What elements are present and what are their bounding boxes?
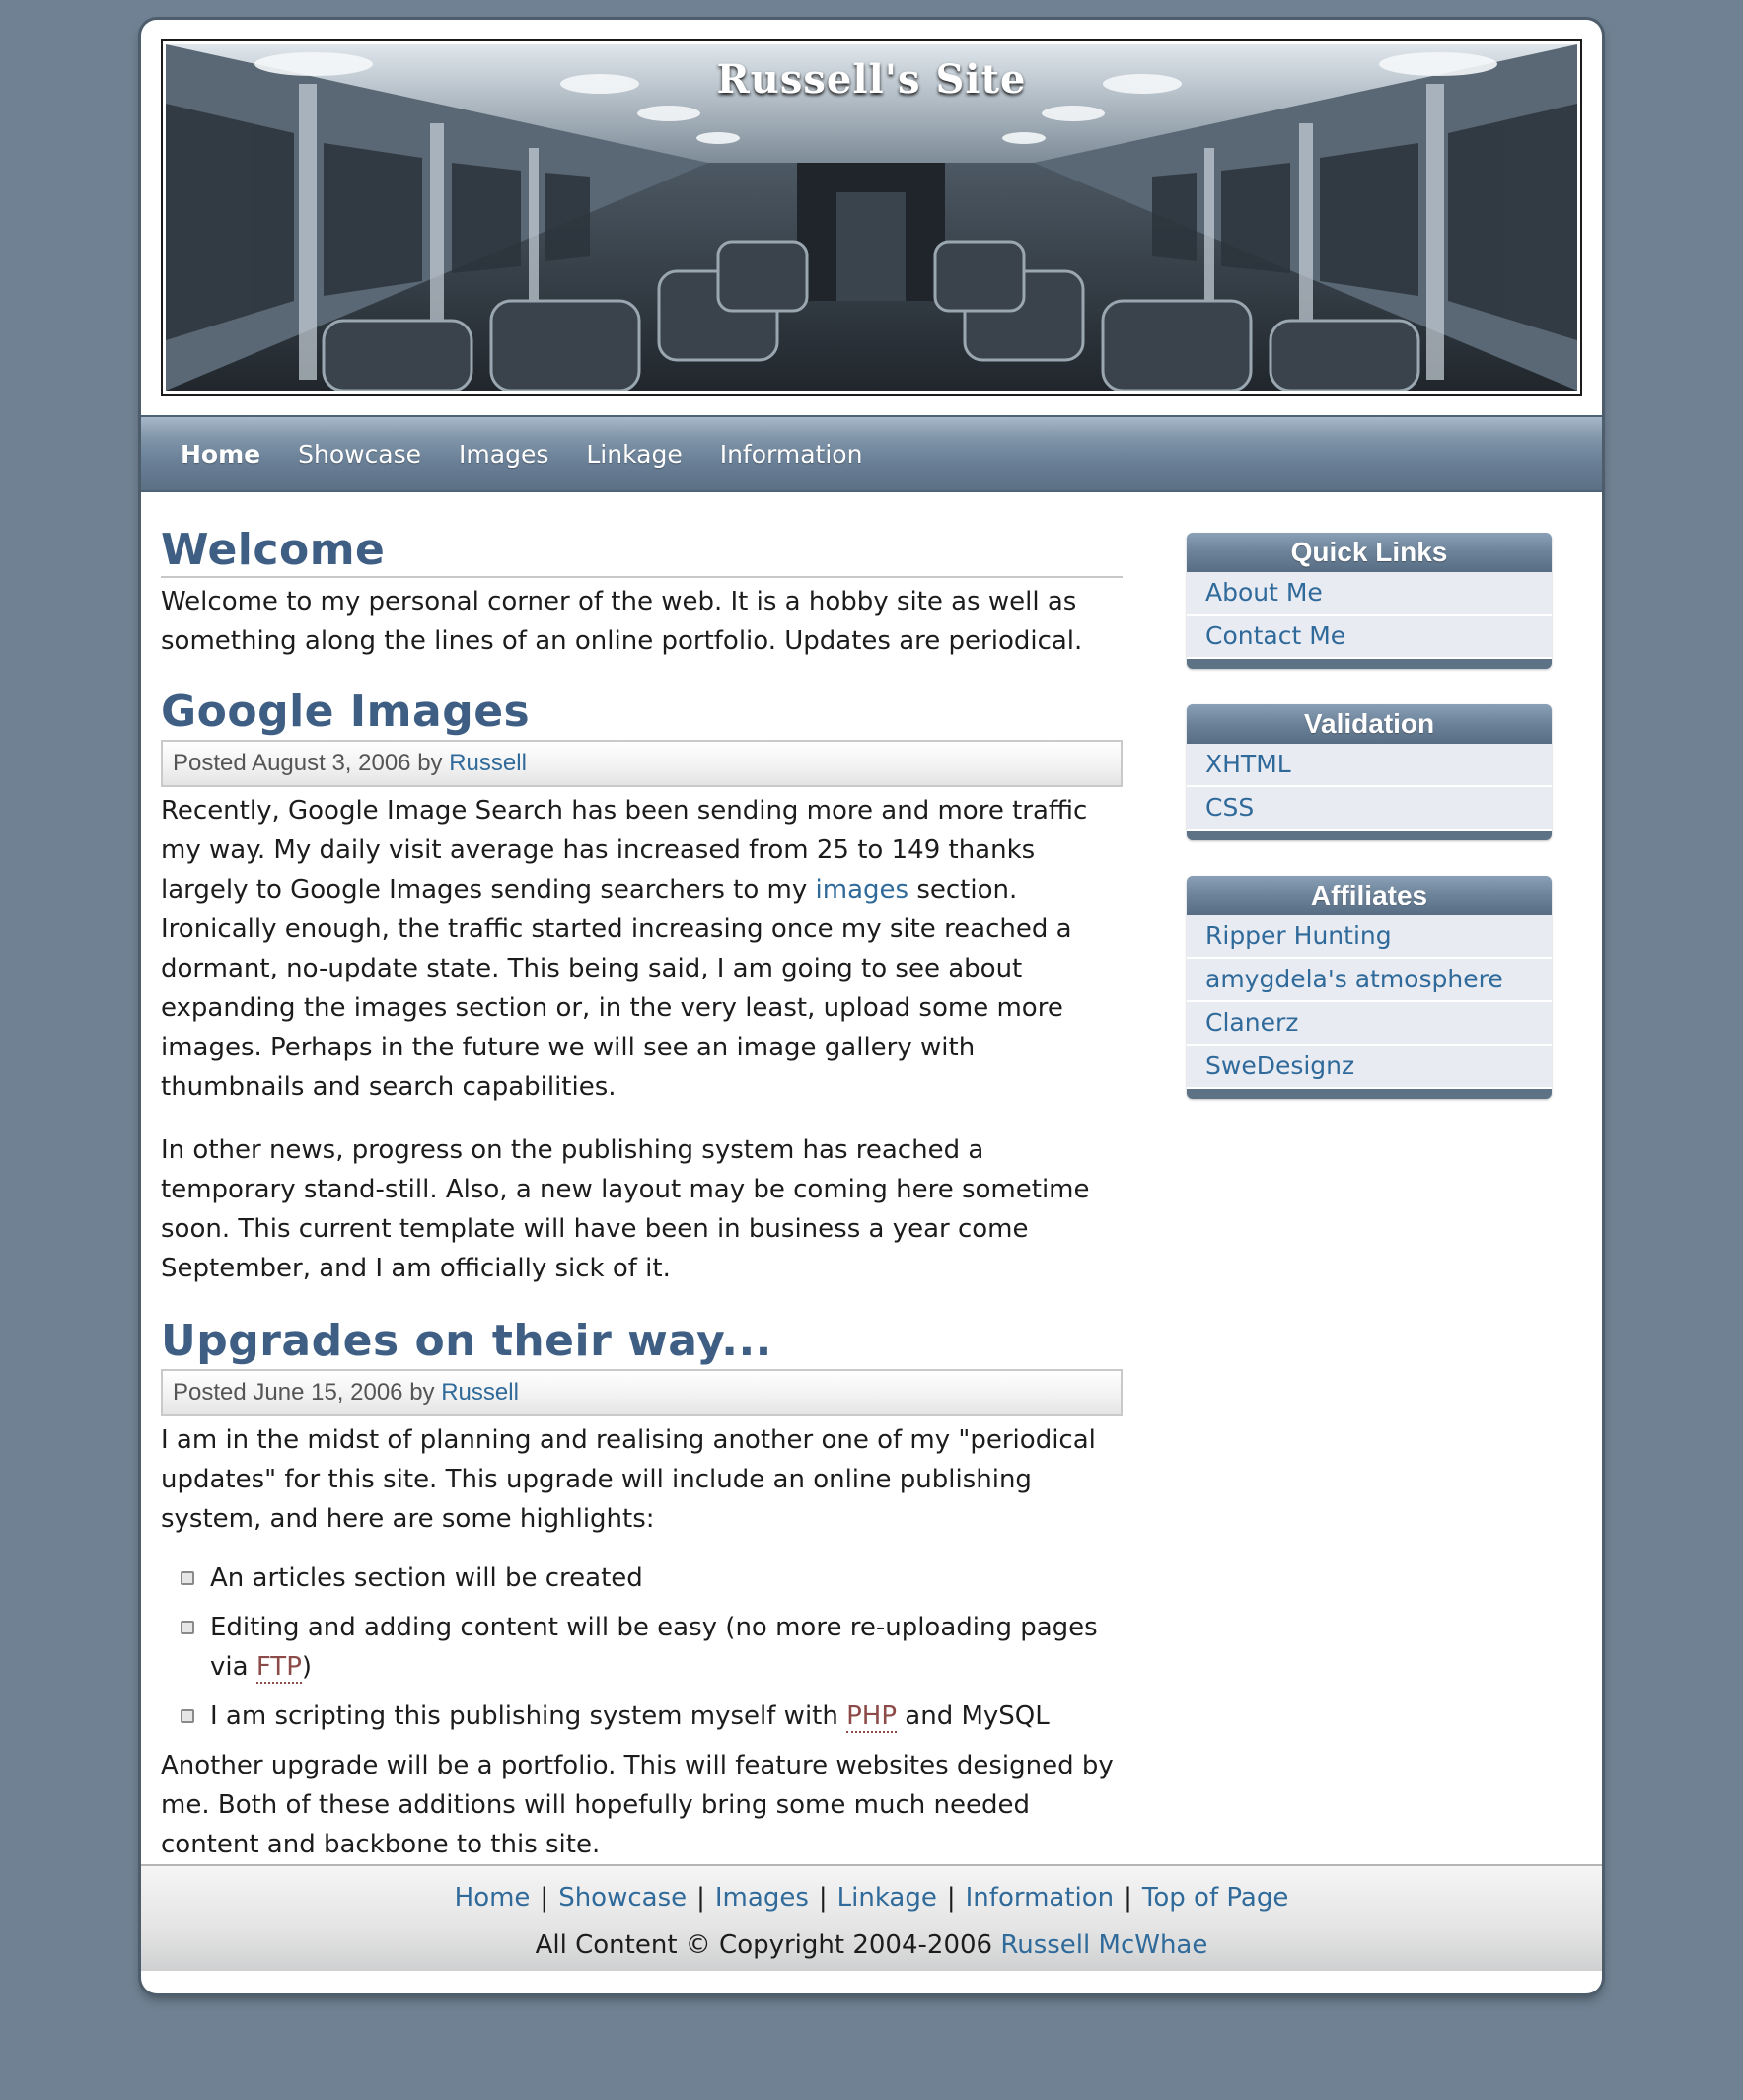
box-footer [1187,659,1552,669]
list-item-text: An articles section will be created [210,1563,643,1593]
footer-link-top-of-page[interactable]: Top of Page [1142,1883,1288,1913]
list-item-text: and MySQL [905,1702,1050,1731]
images-link[interactable]: images [816,875,909,905]
post-title: Google Images [161,687,531,737]
box-title: Affiliates [1187,876,1552,915]
welcome-text: Welcome to my personal corner of the web… [161,587,1083,656]
main-content: Welcome Welcome to my personal corner of… [161,527,1123,1864]
footer-link-information[interactable]: Information [966,1883,1115,1913]
sidebar: Quick Links About Me Contact Me Validati… [1187,533,1552,1134]
list-item-text: I am scripting this publishing system my… [210,1702,838,1731]
quick-links-box: Quick Links About Me Contact Me [1187,533,1552,669]
footer-link-showcase[interactable]: Showcase [558,1883,687,1913]
sidebar-link-xhtml[interactable]: XHTML [1187,744,1552,787]
bullet-square-icon [181,1621,194,1634]
sidebar-link-about-me[interactable]: About Me [1187,572,1552,616]
list-item: An articles section will be created [181,1558,1123,1598]
post-paragraph-text: section. Ironically enough, the traffic … [161,875,1072,1102]
bullet-square-icon [181,1709,194,1723]
sidebar-link-swedesignz[interactable]: SweDesignz [1187,1046,1552,1089]
list-item: I am scripting this publishing system my… [181,1697,1123,1736]
post-meta: Posted August 3, 2006 by Russell [161,740,1123,787]
nav-showcase[interactable]: Showcase [298,440,421,469]
post-paragraph: Another upgrade will be a portfolio. Thi… [161,1751,1114,1859]
bullet-square-icon [181,1571,194,1585]
php-abbreviation[interactable]: PHP [846,1702,898,1733]
box-footer [1187,831,1552,840]
post-upgrades: Upgrades on their way... Posted June 15,… [161,1318,1123,1864]
post-google-images: Google Images Posted August 3, 2006 by R… [161,688,1123,1288]
nav-home[interactable]: Home [181,440,260,469]
sidebar-link-ripper-hunting[interactable]: Ripper Hunting [1187,915,1552,959]
validation-box: Validation XHTML CSS [1187,704,1552,840]
highlights-list: An articles section will be created Edit… [161,1558,1123,1736]
post-author-link[interactable]: Russell [441,1379,519,1406]
copyright: All Content © Copyright 2004-2006 Russel… [141,1925,1602,1965]
box-title: Validation [1187,704,1552,744]
footer-separator: | [540,1883,549,1913]
site-title: Russell's Site [716,56,1027,103]
header-banner: Russell's Site [161,39,1582,396]
footer: Home | Showcase | Images | Linkage | Information… [141,1864,1602,1971]
post-date: Posted June 15, 2006 by [173,1379,435,1406]
sidebar-link-clanerz[interactable]: Clanerz [1187,1002,1552,1046]
footer-separator: | [696,1883,705,1913]
ftp-abbreviation[interactable]: FTP [255,1652,302,1684]
sidebar-link-amygdela[interactable]: amygdela's atmosphere [1187,959,1552,1002]
list-item-text: Editing and adding content will be easy … [210,1613,1098,1682]
post-meta: Posted June 15, 2006 by Russell [161,1369,1123,1416]
sidebar-link-css[interactable]: CSS [1187,787,1552,831]
nav-information[interactable]: Information [720,440,863,469]
page-container: Russell's Site Home Showcase Images Link… [141,20,1602,1993]
box-title: Quick Links [1187,533,1552,572]
copyright-text: All Content © Copyright 2004-2006 [535,1930,993,1960]
footer-separator: | [1124,1883,1132,1913]
post-author-link[interactable]: Russell [449,750,527,776]
footer-link-linkage[interactable]: Linkage [837,1883,937,1913]
affiliates-box: Affiliates Ripper Hunting amygdela's atm… [1187,876,1552,1099]
nav-images[interactable]: Images [459,440,548,469]
sidebar-link-contact-me[interactable]: Contact Me [1187,616,1552,659]
footer-links: Home | Showcase | Images | Linkage | Information… [141,1878,1602,1918]
copyright-owner-link[interactable]: Russell McWhae [1000,1930,1207,1960]
footer-link-images[interactable]: Images [715,1883,809,1913]
list-item: Editing and adding content will be easy … [181,1608,1123,1687]
list-item-text: ) [301,1652,313,1682]
footer-link-home[interactable]: Home [455,1883,531,1913]
nav-linkage[interactable]: Linkage [586,440,682,469]
post-paragraph: I am in the midst of planning and realis… [161,1425,1096,1534]
main-nav: Home Showcase Images Linkage Information [141,415,1602,492]
footer-separator: | [946,1883,956,1913]
post-date: Posted August 3, 2006 by [173,750,443,776]
post-paragraph: Recently, Google Image Search has been s… [161,791,1123,1107]
post-paragraph: In other news, progress on the publishin… [161,1135,1090,1283]
box-footer [1187,1089,1552,1099]
post-title: Upgrades on their way... [161,1316,772,1366]
footer-separator: | [818,1883,828,1913]
header-image: Russell's Site [166,44,1577,391]
welcome-heading: Welcome [161,527,1123,578]
